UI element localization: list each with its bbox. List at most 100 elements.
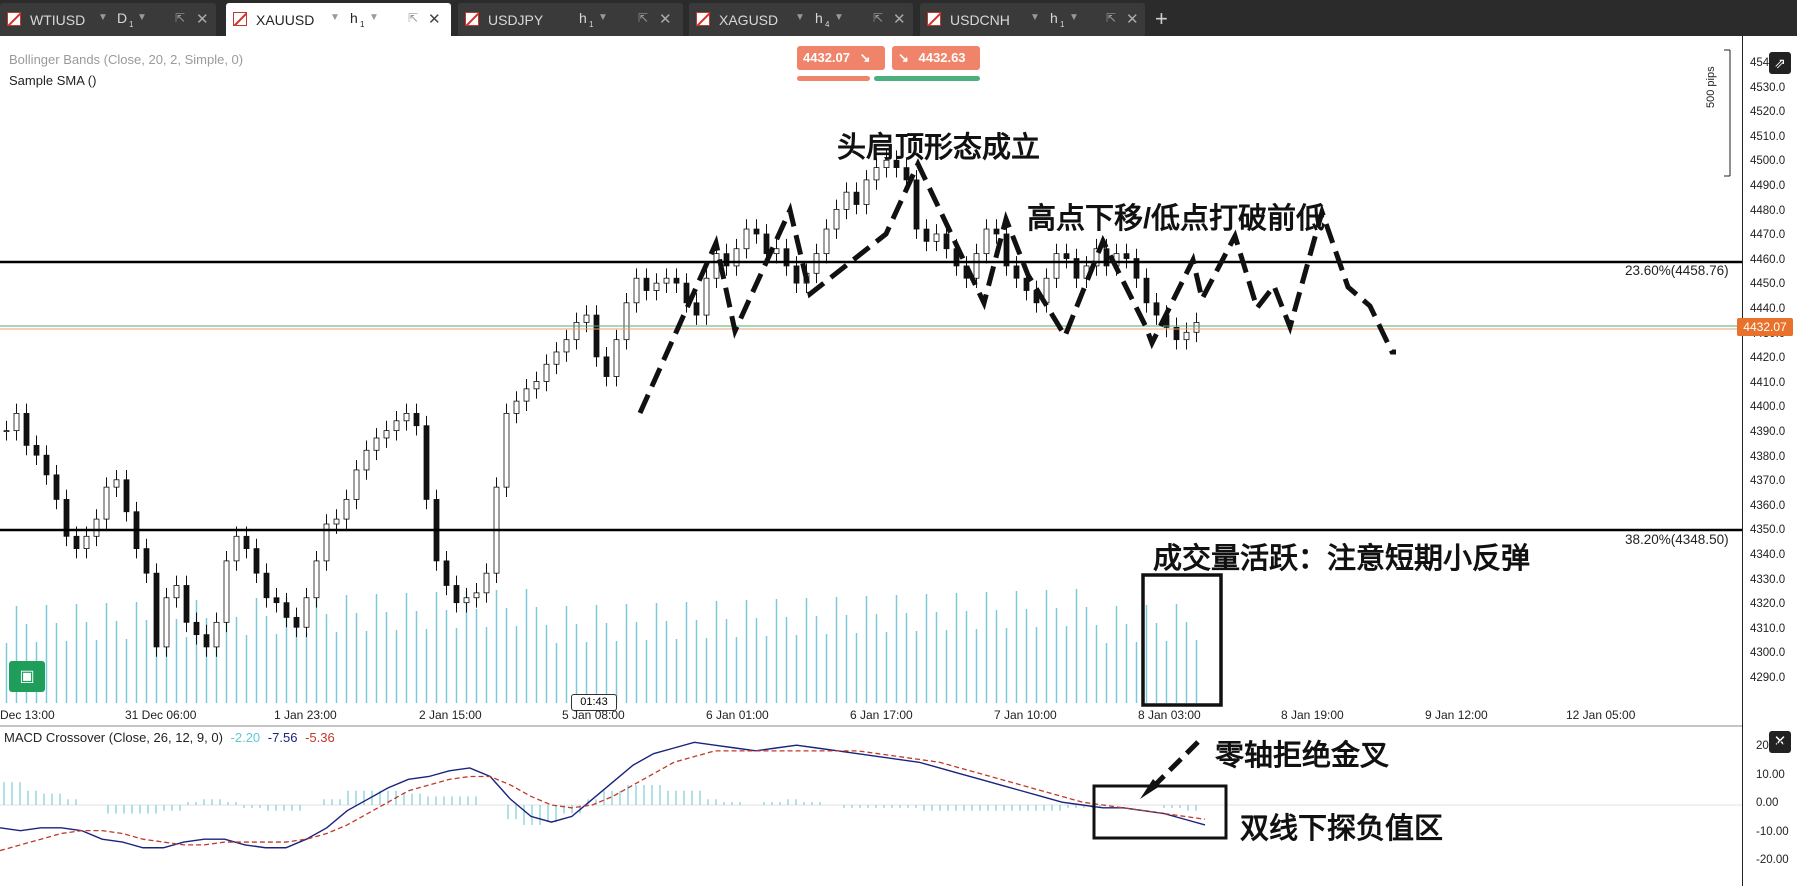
time-tick: 12 Jan 05:00 [1566,708,1636,722]
fib-label-23-6: 23.60%(4458.76) [1625,263,1729,278]
candle-body [553,351,560,365]
candle-body [593,314,600,358]
candle-body [183,585,190,623]
candle-body [483,572,490,594]
candle-body [53,474,60,500]
expand-chart-button[interactable]: ⇗ [1769,52,1791,74]
candle-body [563,339,570,353]
candle-body [723,253,730,267]
candle-body [263,572,270,599]
candle-body [1053,253,1060,279]
macd-label[interactable]: MACD Crossover (Close, 26, 12, 9, 0) -2.… [4,730,335,745]
candle-body [863,179,870,205]
macd-tick: 20.00 [1756,740,1785,752]
candle-body [43,454,50,476]
candle-body [643,277,650,291]
price-tick: 4360.0 [1750,499,1786,512]
price-tick: 4290.0 [1750,672,1786,684]
candle-body [903,167,910,181]
candle-body [943,233,950,250]
price-tick: 4520.0 [1750,106,1786,119]
macd-tick: -20.00 [1756,854,1789,866]
candle-body [1013,265,1020,279]
price-tick: 4390.0 [1750,426,1786,438]
candle-body [173,585,180,599]
time-tick: 6 Jan 17:00 [850,708,913,722]
candle-body [3,430,10,433]
candle-body [853,191,860,205]
candle-body [973,253,980,279]
candle-body [223,560,230,623]
price-tick: 4530.0 [1750,81,1786,94]
macd-tick: 10.00 [1756,768,1785,781]
candle-body [123,479,130,513]
candle-body [533,381,540,390]
candle-body [393,420,400,432]
price-tick: 4400.0 [1750,401,1786,414]
candle-body [603,356,610,377]
candle-body [983,228,990,255]
candle-body [293,617,300,628]
candle-body [1103,248,1110,267]
price-tick: 4470.0 [1750,229,1786,242]
macd-value-macd: -7.56 [267,730,298,745]
candle-body [423,425,430,500]
price-tick: 4460.0 [1750,253,1786,266]
time-tick: Dec 13:00 [0,708,55,722]
candle-body [753,228,760,235]
candle-body [783,248,790,267]
macd-arrow-line [1148,740,1200,792]
candle-body [873,167,880,181]
macd-name: MACD Crossover (Close, 26, 12, 9, 0) [4,730,223,745]
scale-label: 500 pips [1705,66,1717,108]
price-tick: 4350.0 [1750,524,1786,537]
sma-label[interactable]: Sample SMA () [9,73,96,88]
candle-body [363,449,370,471]
candle-body [503,413,510,488]
candle-body [573,322,580,341]
candle-body [33,444,40,456]
candle-body [93,518,100,537]
candle-body [253,548,260,574]
current-price-label: 4432.07 [1737,318,1793,336]
price-tick: 4420.0 [1750,352,1786,365]
candle-body [473,592,480,599]
candle-body [623,302,630,341]
bollinger-label[interactable]: Bollinger Bands (Close, 20, 2, Simple, 0… [9,52,243,67]
macd-signal-line [0,750,1206,852]
candle-body [233,535,240,562]
time-tick: 2 Jan 15:00 [419,708,482,722]
trade-widget-button[interactable]: ▣ [9,661,45,692]
time-tick: 31 Dec 06:00 [125,708,197,722]
candle-body [83,535,90,549]
time-tick: 6 Jan 01:00 [706,708,769,722]
arrow-down-icon: ↘ [898,50,909,65]
volume-highlight-box [1141,573,1223,707]
macd-tick: 0.00 [1756,797,1779,809]
price-tick: 4300.0 [1750,647,1786,660]
price-tick: 4380.0 [1750,450,1786,463]
candle-body [273,597,280,604]
candle-body [413,413,420,427]
candle-body [353,469,360,500]
candle-body [333,518,340,525]
buy-spread-bar [874,76,980,81]
fib-label-38-2: 38.20%(4348.50) [1625,532,1729,547]
candle-body [203,634,210,648]
candle-body [1143,277,1150,304]
price-tick: 4500.0 [1750,155,1786,168]
candle-body [843,191,850,210]
candle-body [703,277,710,316]
price-tick: 4310.0 [1750,622,1786,635]
candle-body [403,413,410,422]
price-tick: 4320.0 [1750,598,1786,611]
buy-quote-button[interactable]: ↘ 4432.63 [892,46,980,70]
candle-body [513,400,520,414]
candle-body [583,314,590,323]
macd-value-signal: -5.36 [305,730,335,745]
candle-body [1063,253,1070,259]
candle-body [613,339,620,377]
candle-body [463,597,470,604]
candle-body [1153,302,1160,316]
sell-quote-button[interactable]: 4432.07 ↘ [797,46,885,70]
